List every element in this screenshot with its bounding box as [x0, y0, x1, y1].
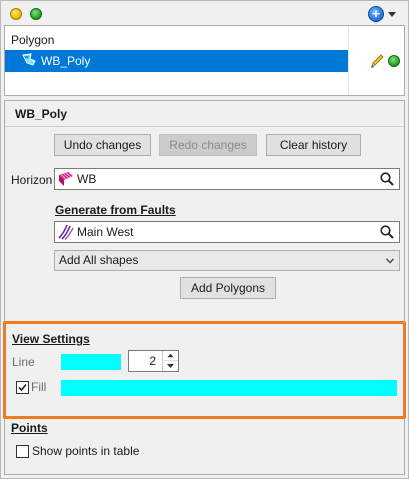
checkmark-icon — [18, 383, 27, 392]
shapes-select-value: Add All shapes — [59, 253, 139, 267]
line-width-spinner[interactable]: 2 — [128, 350, 179, 372]
generate-title: Generate from Faults — [55, 203, 176, 217]
spin-down-icon[interactable] — [163, 361, 178, 371]
tree-item-wb-poly[interactable]: WB_Poly — [5, 50, 348, 72]
fault-field[interactable]: Main West — [54, 221, 400, 243]
spin-up-icon[interactable] — [163, 351, 178, 361]
chevron-down-icon — [388, 12, 396, 17]
polygon-icon — [22, 53, 36, 66]
shapes-select[interactable]: Add All shapes — [54, 250, 400, 271]
chevron-down-icon — [386, 258, 394, 264]
redo-button[interactable]: Redo changes — [159, 134, 257, 156]
tree-root-label: Polygon — [11, 33, 55, 47]
points-title: Points — [11, 421, 48, 435]
search-icon[interactable] — [379, 171, 395, 187]
tree-root-polygon[interactable]: Polygon — [11, 29, 54, 51]
clear-history-button[interactable]: Clear history — [266, 134, 361, 156]
horizon-value: WB — [77, 172, 97, 186]
fill-checkbox[interactable] — [16, 381, 29, 394]
properties-title: WB_Poly — [5, 101, 404, 127]
tree-item-label: WB_Poly — [41, 54, 91, 68]
search-icon[interactable] — [379, 224, 395, 240]
green-dot-icon[interactable] — [30, 8, 42, 20]
horizon-field[interactable]: WB — [54, 168, 400, 190]
show-points-checkbox[interactable] — [16, 445, 29, 458]
line-width-value: 2 — [149, 354, 156, 368]
add-polygons-button[interactable]: Add Polygons — [180, 277, 276, 299]
column-divider — [348, 26, 349, 95]
add-icon: + — [368, 6, 384, 22]
fault-value: Main West — [77, 225, 134, 239]
show-points-label: Show points in table — [32, 444, 140, 458]
line-label: Line — [12, 355, 35, 369]
horizon-label: Horizon — [11, 173, 53, 187]
fill-color-swatch[interactable] — [61, 380, 397, 396]
view-settings-highlight: View Settings Line 2 Fill — [3, 321, 406, 419]
horizon-grid-icon — [59, 172, 73, 186]
pencil-icon[interactable] — [369, 53, 385, 69]
polygon-tree: Polygon WB_Poly — [4, 25, 405, 96]
fill-label: Fill — [31, 380, 47, 394]
yellow-dot-icon[interactable] — [10, 8, 22, 20]
view-settings-title: View Settings — [12, 332, 90, 346]
spinner-buttons — [162, 351, 178, 371]
toolbar: + — [1, 1, 407, 25]
fault-icon — [58, 224, 74, 240]
undo-button[interactable]: Undo changes — [54, 134, 151, 156]
status-green-icon[interactable] — [388, 55, 400, 67]
add-button[interactable]: + — [367, 4, 397, 24]
line-color-swatch[interactable] — [61, 354, 121, 370]
